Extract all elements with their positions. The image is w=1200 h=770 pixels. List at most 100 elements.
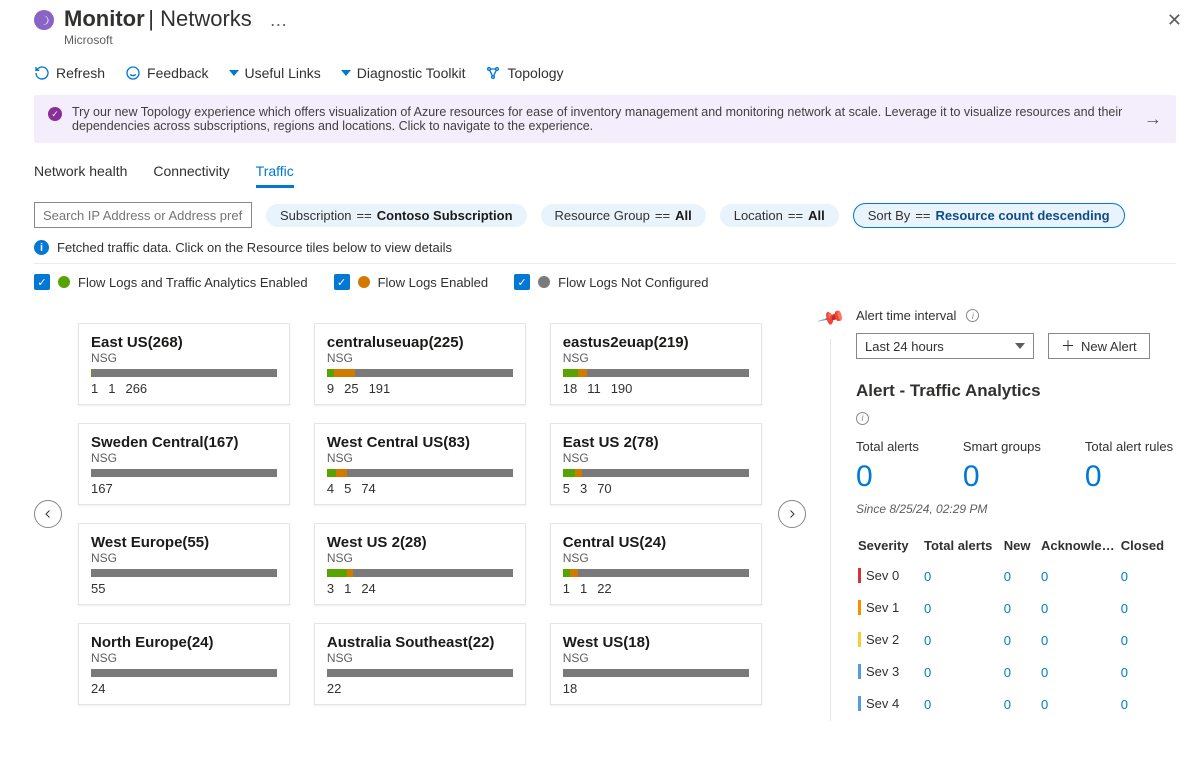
tile-title: Australia Southeast(22) [327, 634, 513, 651]
tile-subtitle: NSG [563, 351, 749, 365]
tile-bar [563, 669, 749, 677]
filter-location[interactable]: Location==All [720, 204, 839, 227]
close-icon[interactable]: ✕ [1167, 10, 1182, 31]
alert-row[interactable]: Sev 40000 [856, 689, 1176, 721]
monitor-icon [34, 10, 54, 30]
useful-links-dropdown[interactable]: Useful Links [229, 65, 321, 81]
tile-title: West Central US(83) [327, 434, 513, 451]
tile-bar [327, 669, 513, 677]
diagnostic-toolkit-dropdown[interactable]: Diagnostic Toolkit [341, 65, 466, 81]
resource-tile[interactable]: centraluseuap(225)NSG925191 [314, 323, 526, 405]
alert-rules-value[interactable]: 0 [1085, 460, 1173, 494]
more-actions[interactable]: … [269, 4, 289, 30]
severity-bar-icon [858, 664, 861, 679]
resource-tile[interactable]: West US(18)NSG18 [550, 623, 762, 705]
filter-resource-group[interactable]: Resource Group==All [541, 204, 706, 227]
tile-bar [327, 469, 513, 477]
tile-title: West Europe(55) [91, 534, 277, 551]
alert-row[interactable]: Sev 00000 [856, 561, 1176, 593]
tile-title: Sweden Central(167) [91, 434, 277, 451]
prev-page-button[interactable] [34, 500, 62, 528]
tile-title: West US(18) [563, 634, 749, 651]
tile-bar [327, 569, 513, 577]
tile-counts: 1811190 [563, 381, 749, 396]
total-alerts-value[interactable]: 0 [856, 460, 919, 494]
alert-rules-label: Total alert rules [1085, 439, 1173, 454]
smart-groups-value[interactable]: 0 [963, 460, 1041, 494]
checkbox-icon[interactable] [514, 274, 530, 290]
total-alerts-label: Total alerts [856, 439, 919, 454]
tile-subtitle: NSG [563, 451, 749, 465]
tile-counts: 4574 [327, 481, 513, 496]
tile-bar [91, 569, 277, 577]
tab-traffic[interactable]: Traffic [256, 163, 294, 188]
resource-tile[interactable]: Australia Southeast(22)NSG22 [314, 623, 526, 705]
tile-subtitle: NSG [327, 351, 513, 365]
alert-row[interactable]: Sev 30000 [856, 657, 1176, 689]
topology-banner[interactable]: Try our new Topology experience which of… [34, 95, 1176, 143]
tab-network-health[interactable]: Network health [34, 163, 127, 188]
tile-subtitle: NSG [327, 451, 513, 465]
resource-tile[interactable]: Central US(24)NSG 1122 [550, 523, 762, 605]
org-name: Microsoft [64, 33, 289, 47]
since-timestamp: Since 8/25/24, 02:29 PM [856, 502, 1176, 516]
info-icon[interactable]: i [966, 309, 979, 322]
filter-subscription[interactable]: Subscription==Contoso Subscription [266, 204, 527, 227]
tile-title: East US(268) [91, 334, 277, 351]
tile-bar [91, 669, 277, 677]
tile-title: Central US(24) [563, 534, 749, 551]
severity-bar-icon [858, 600, 861, 615]
severity-bar-icon [858, 696, 861, 711]
page-title: Monitor [64, 6, 145, 31]
tile-counts: 22 [327, 681, 513, 696]
chevron-down-icon [229, 70, 239, 76]
resource-tile[interactable]: East US 2(78)NSG 5370 [550, 423, 762, 505]
tile-subtitle: NSG [91, 551, 277, 565]
tile-counts: 11266 [91, 381, 277, 396]
alert-interval-select[interactable]: Last 24 hours [856, 333, 1034, 359]
tile-bar [563, 369, 749, 377]
tile-subtitle: NSG [91, 651, 277, 665]
check-icon [48, 107, 62, 121]
refresh-button[interactable]: Refresh [34, 65, 105, 81]
alerts-table: Severity Total alerts New Acknowled... C… [856, 534, 1176, 721]
feedback-button[interactable]: Feedback [125, 65, 208, 81]
legend-not-configured[interactable]: Flow Logs Not Configured [514, 274, 708, 290]
topology-button[interactable]: Topology [485, 65, 563, 81]
tile-title: East US 2(78) [563, 434, 749, 451]
alert-row[interactable]: Sev 10000 [856, 593, 1176, 625]
sort-by[interactable]: Sort By==Resource count descending [853, 203, 1125, 228]
search-input[interactable] [34, 202, 252, 228]
tile-counts: 5370 [563, 481, 749, 496]
resource-tile[interactable]: eastus2euap(219)NSG1811190 [550, 323, 762, 405]
legend-enabled-both[interactable]: Flow Logs and Traffic Analytics Enabled [34, 274, 308, 290]
info-icon[interactable]: i [856, 412, 869, 425]
legend-flow-logs-enabled[interactable]: Flow Logs Enabled [334, 274, 489, 290]
tile-subtitle: NSG [563, 551, 749, 565]
resource-tile[interactable]: West Central US(83)NSG 4574 [314, 423, 526, 505]
tab-connectivity[interactable]: Connectivity [153, 163, 229, 188]
resource-tile[interactable]: West US 2(28)NSG3124 [314, 523, 526, 605]
tile-bar [563, 469, 749, 477]
tile-counts: 925191 [327, 381, 513, 396]
smart-groups-label: Smart groups [963, 439, 1041, 454]
checkbox-icon[interactable] [34, 274, 50, 290]
tile-counts: 1122 [563, 581, 749, 596]
resource-tile[interactable]: West Europe(55)NSG 55 [78, 523, 290, 605]
new-alert-button[interactable]: ＋ New Alert [1048, 333, 1150, 359]
severity-bar-icon [858, 568, 861, 583]
tile-subtitle: NSG [91, 351, 277, 365]
tile-counts: 55 [91, 581, 277, 596]
resource-grid: East US(268)NSG11266centraluseuap(225)NS… [62, 323, 778, 705]
resource-tile[interactable]: East US(268)NSG 11266 [78, 323, 290, 405]
resource-tile[interactable]: Sweden Central(167)NSG167 [78, 423, 290, 505]
tile-bar [327, 369, 513, 377]
checkbox-icon[interactable] [334, 274, 350, 290]
dot-grey-icon [538, 276, 550, 288]
tile-counts: 3124 [327, 581, 513, 596]
next-page-button[interactable] [778, 500, 806, 528]
pin-icon[interactable]: 📌 [816, 304, 846, 333]
resource-tile[interactable]: North Europe(24)NSG24 [78, 623, 290, 705]
arrow-right-icon[interactable]: → [1144, 109, 1162, 130]
alert-row[interactable]: Sev 20000 [856, 625, 1176, 657]
